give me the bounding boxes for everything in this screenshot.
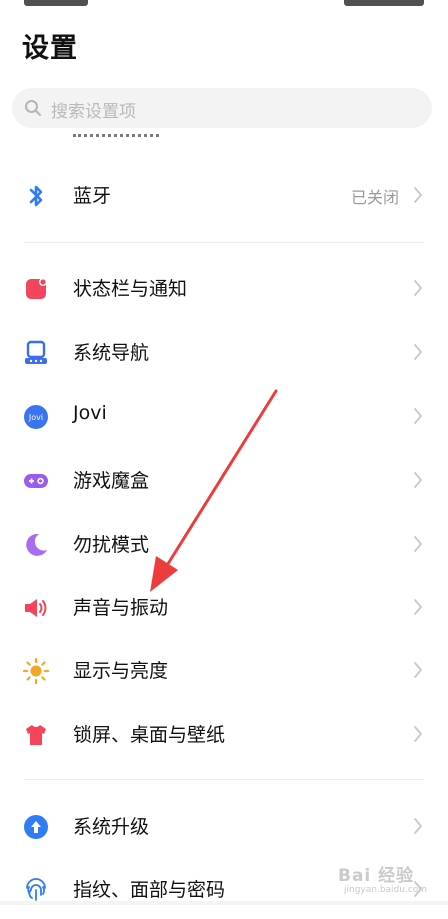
jovi-icon: Jovi [24,405,48,429]
row-label: 声音与振动 [73,597,169,619]
row-label: 系统升级 [73,816,150,838]
search-icon [25,100,41,116]
status-bar [0,0,448,12]
settings-row-game-box[interactable]: 游戏魔盒 [0,450,448,510]
jovi-icon-text: Jovi [28,413,43,422]
row-label: 显示与亮度 [73,660,169,682]
moon-icon [26,533,47,556]
tshirt-icon [26,725,46,745]
chevron-right-icon [414,599,422,615]
chevron-right-icon [414,726,422,742]
sun-icon [22,657,50,685]
watermark-sub: jingyan.baidu.com [344,885,428,895]
group-divider [24,779,424,780]
search-bar[interactable]: 搜索设置项 [12,88,432,128]
settings-row-wallpaper[interactable]: 锁屏、桌面与壁纸 [0,704,448,764]
status-bar-indicators [344,0,424,6]
status-bar-icon [26,278,47,299]
wifi-icon [28,128,44,134]
watermark-text: Bai 经验 [338,866,415,886]
gamepad-icon [24,474,48,488]
speaker-icon [25,599,47,617]
peek-label [73,128,159,137]
row-label: 指纹、面部与密码 [73,879,226,901]
navigation-icon [25,340,47,364]
row-label: 状态栏与通知 [73,278,188,300]
watermark: Bai 经验 jingyan.baidu.com [330,853,442,899]
fingerprint-icon [26,878,46,901]
settings-row-navigation[interactable]: 系统导航 [0,322,448,382]
settings-row-display[interactable]: 显示与亮度 [0,640,448,700]
settings-row-do-not-disturb[interactable]: 勿扰模式 [0,514,448,574]
scrolled-row-peek [0,128,448,142]
group-divider [24,242,424,243]
chevron-right-icon [414,818,422,834]
row-label: 锁屏、桌面与壁纸 [73,724,226,746]
settings-row-jovi[interactable]: Jovi Jovi [0,386,448,446]
row-label: Jovi [73,402,107,424]
row-label: 勿扰模式 [73,534,150,556]
chevron-right-icon [414,662,422,678]
status-bar-carrier [24,0,88,6]
settings-row-bluetooth[interactable]: 蓝牙 已关闭 [0,165,448,225]
chevron-right-icon [414,344,422,360]
upgrade-icon [24,815,48,839]
chevron-right-icon [414,536,422,552]
row-label: 蓝牙 [73,185,112,207]
chevron-right-icon [414,187,422,203]
row-value: 已关闭 [350,188,399,207]
chevron-right-icon [414,280,422,296]
page-title: 设置 [22,33,78,64]
chevron-right-icon [414,408,422,424]
settings-row-sound[interactable]: 声音与振动 [0,577,448,637]
settings-row-system-update[interactable]: 系统升级 [0,796,448,856]
row-label: 系统导航 [73,342,150,364]
row-label: 游戏魔盒 [73,470,150,492]
chevron-right-icon [414,472,422,488]
settings-row-status-bar[interactable]: 状态栏与通知 [0,258,448,318]
search-input[interactable]: 搜索设置项 [51,97,136,122]
bottom-edge [0,901,448,905]
bluetooth-icon [29,185,43,207]
